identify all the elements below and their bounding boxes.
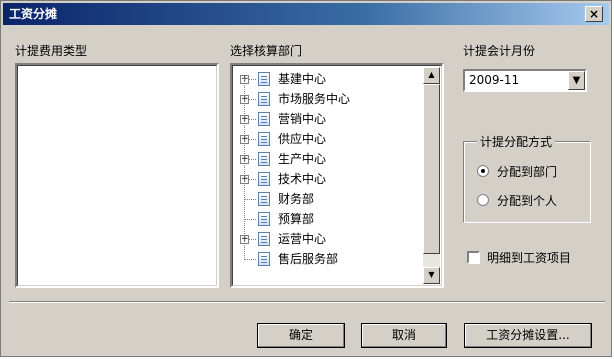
tree-item[interactable]: + 供应中心 xyxy=(232,129,412,149)
scroll-down-button[interactable]: ▼ xyxy=(423,267,440,284)
expense-type-list[interactable] xyxy=(15,63,219,288)
tree-item-label: 营销中心 xyxy=(278,112,327,126)
tree-item[interactable]: + 市场服务中心 xyxy=(232,89,412,109)
tree-branch-line xyxy=(244,199,256,200)
wage-allocation-settings-button[interactable]: 工资分摊设置... xyxy=(464,323,592,348)
document-icon xyxy=(258,172,270,186)
expense-type-label: 计提费用类型 xyxy=(15,44,88,58)
document-icon xyxy=(258,132,270,146)
title-bar[interactable]: 工资分摊 × xyxy=(3,3,609,25)
tree-item[interactable]: + 技术中心 xyxy=(232,169,412,189)
tree-item-label: 财务部 xyxy=(278,192,315,206)
tree-item-label: 技术中心 xyxy=(278,172,327,186)
distribute-to-individual-radio[interactable] xyxy=(477,194,489,206)
tree-branch-line xyxy=(244,259,256,260)
close-button[interactable]: × xyxy=(585,6,603,22)
window-title: 工资分摊 xyxy=(9,7,58,21)
accounting-month-label: 计提会计月份 xyxy=(463,44,536,58)
tree-item-label: 供应中心 xyxy=(278,132,327,146)
tree-item-label: 基建中心 xyxy=(278,72,327,86)
document-icon xyxy=(258,252,270,266)
accounting-month-select[interactable]: 2009-11 ▼ xyxy=(463,69,587,92)
document-icon xyxy=(258,232,270,246)
detail-to-wage-item-label[interactable]: 明细到工资项目 xyxy=(487,249,571,266)
document-icon xyxy=(258,72,270,86)
cancel-button[interactable]: 取消 xyxy=(361,323,447,348)
tree-item-label: 售后服务部 xyxy=(278,252,339,266)
tree-item-label: 市场服务中心 xyxy=(278,92,351,106)
detail-to-wage-item-checkbox[interactable] xyxy=(467,251,480,264)
document-icon xyxy=(258,212,270,226)
department-label: 选择核算部门 xyxy=(230,44,303,58)
scroll-thumb[interactable] xyxy=(423,84,440,254)
tree-item-label: 预算部 xyxy=(278,212,315,226)
tree-scrollbar[interactable]: ▲ ▼ xyxy=(423,67,440,284)
accounting-month-value: 2009-11 xyxy=(469,73,520,87)
tree-item[interactable]: + 基建中心 xyxy=(232,69,412,89)
tree-item[interactable]: + 营销中心 xyxy=(232,109,412,129)
scroll-down-icon: ▼ xyxy=(428,270,435,279)
distribute-to-department-radio[interactable] xyxy=(477,165,489,177)
distribution-groupbox xyxy=(463,141,591,223)
tree-item-label: 运营中心 xyxy=(278,232,327,246)
scroll-up-button[interactable]: ▲ xyxy=(423,67,440,84)
tree-item[interactable]: + 生产中心 xyxy=(232,149,412,169)
department-tree[interactable]: + 基建中心 + 市场服务中心 + 营销中心 + 供应中心 + 生产中心 + 技术中心财务部预算部 + 运… xyxy=(230,63,444,288)
tree-branch-line xyxy=(244,219,256,220)
tree-item[interactable]: + 运营中心 xyxy=(232,229,412,249)
scroll-up-icon: ▲ xyxy=(428,70,435,79)
distribution-title: 计提分配方式 xyxy=(477,133,556,150)
dialog-window: 工资分摊 × 计提费用类型 选择核算部门 + 基建中心 + 市场服务中心 + 营销中心 + 供… xyxy=(0,0,612,357)
distribute-to-department-label[interactable]: 分配到部门 xyxy=(497,163,557,180)
chevron-down-icon: ▼ xyxy=(572,75,581,86)
document-icon xyxy=(258,92,270,106)
ok-button[interactable]: 确定 xyxy=(257,323,345,348)
document-icon xyxy=(258,152,270,166)
tree-item[interactable]: 预算部 xyxy=(232,209,412,229)
distribute-to-individual-label[interactable]: 分配到个人 xyxy=(497,192,557,209)
tree-trunk-line xyxy=(244,78,245,258)
dropdown-button[interactable]: ▼ xyxy=(568,71,585,90)
tree-item[interactable]: 售后服务部 xyxy=(232,249,412,269)
tree-item[interactable]: 财务部 xyxy=(232,189,412,209)
tree-item-label: 生产中心 xyxy=(278,152,327,166)
document-icon xyxy=(258,192,270,206)
document-icon xyxy=(258,112,270,126)
separator xyxy=(9,301,605,303)
